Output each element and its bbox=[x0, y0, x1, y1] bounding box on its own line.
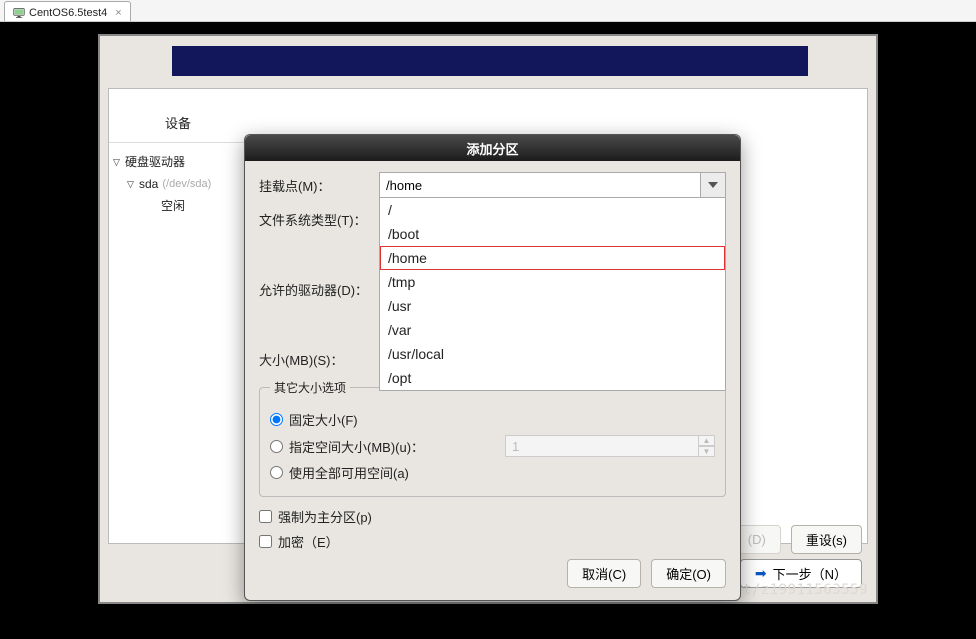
next-button[interactable]: ➡ 下一步（N） bbox=[740, 559, 862, 588]
fs-type-label: 文件系统类型(T)： bbox=[259, 210, 379, 229]
allowed-drives-label: 允许的驱动器(D)： bbox=[259, 280, 379, 299]
tree-sda-label: sda bbox=[139, 173, 158, 195]
tree-row-free[interactable]: 空闲 bbox=[113, 195, 243, 217]
device-column: 设备 ▽ 硬盘驱动器 ▽ sda (/dev/sda) 空闲 bbox=[109, 89, 247, 543]
radio-fill-size[interactable]: 使用全部可用空间(a) bbox=[270, 463, 715, 482]
mount-option[interactable]: /tmp bbox=[380, 270, 725, 294]
other-size-fieldset: 其它大小选项 固定大小(F) 指定空间大小(MB)(u)： ▲ ▼ bbox=[259, 379, 726, 497]
encrypt-input[interactable] bbox=[259, 535, 272, 548]
chevron-down-icon: ▽ bbox=[113, 151, 125, 173]
spin-down-icon: ▼ bbox=[699, 446, 715, 457]
size-label: 大小(MB)(S)： bbox=[259, 350, 379, 369]
mount-option[interactable]: / bbox=[380, 198, 725, 222]
radio-fill-input[interactable] bbox=[270, 466, 283, 479]
arrow-right-icon: ➡ bbox=[755, 565, 767, 582]
spin-up-icon: ▲ bbox=[699, 435, 715, 446]
device-column-header: 设备 bbox=[109, 89, 247, 143]
force-primary-input[interactable] bbox=[259, 510, 272, 523]
mount-point-combo[interactable] bbox=[379, 172, 726, 198]
ok-button[interactable]: 确定(O) bbox=[651, 559, 726, 588]
tree-row-hdd[interactable]: ▽ 硬盘驱动器 bbox=[113, 151, 243, 173]
tree-row-sda[interactable]: ▽ sda (/dev/sda) bbox=[113, 173, 243, 195]
vm-display-frame: 设备 ▽ 硬盘驱动器 ▽ sda (/dev/sda) 空闲 bbox=[0, 22, 976, 639]
encrypt-checkbox[interactable]: 加密（E） bbox=[259, 532, 726, 551]
radio-fixed-size[interactable]: 固定大小(F) bbox=[270, 410, 715, 429]
installer-banner bbox=[172, 46, 808, 76]
force-primary-checkbox[interactable]: 强制为主分区(p) bbox=[259, 507, 726, 526]
mount-point-dropdown: / /boot /home /tmp /usr /var /usr/local … bbox=[379, 198, 726, 391]
upto-spin: ▲ ▼ bbox=[505, 435, 715, 457]
chevron-down-icon[interactable] bbox=[700, 172, 726, 198]
mount-point-input[interactable] bbox=[379, 172, 700, 198]
other-size-legend: 其它大小选项 bbox=[270, 379, 350, 396]
radio-fill-label: 使用全部可用空间(a) bbox=[289, 463, 409, 482]
radio-fixed-input[interactable] bbox=[270, 413, 283, 426]
next-label: 下一步（N） bbox=[773, 564, 847, 583]
radio-upto-label: 指定空间大小(MB)(u)： bbox=[289, 437, 424, 456]
panel-action-row: (D) 重设(s) bbox=[733, 525, 862, 554]
upto-spin-input bbox=[505, 435, 699, 457]
mount-option[interactable]: /boot bbox=[380, 222, 725, 246]
force-primary-label: 强制为主分区(p) bbox=[278, 507, 372, 526]
vm-tab-label: CentOS6.5test4 bbox=[29, 7, 107, 19]
reset-button[interactable]: 重设(s) bbox=[791, 525, 862, 554]
tabstrip: CentOS6.5test4 × bbox=[0, 0, 976, 22]
close-icon[interactable]: × bbox=[115, 7, 121, 19]
encrypt-label: 加密（E） bbox=[278, 532, 339, 551]
radio-upto-input[interactable] bbox=[270, 440, 283, 453]
chevron-down-icon: ▽ bbox=[127, 173, 139, 195]
radio-upto-size[interactable]: 指定空间大小(MB)(u)： ▲ ▼ bbox=[270, 435, 715, 457]
cancel-button[interactable]: 取消(C) bbox=[567, 559, 641, 588]
mount-option[interactable]: /usr/local bbox=[380, 342, 725, 366]
radio-fixed-label: 固定大小(F) bbox=[289, 410, 358, 429]
mount-option[interactable]: /opt bbox=[380, 366, 725, 390]
device-tree: ▽ 硬盘驱动器 ▽ sda (/dev/sda) 空闲 bbox=[109, 143, 247, 225]
mount-option[interactable]: /usr bbox=[380, 294, 725, 318]
vm-tab[interactable]: CentOS6.5test4 × bbox=[4, 1, 131, 21]
tree-free-label: 空闲 bbox=[161, 195, 185, 217]
mount-point-label: 挂载点(M)： bbox=[259, 176, 379, 195]
mount-option[interactable]: /var bbox=[380, 318, 725, 342]
dialog-title: 添加分区 bbox=[245, 135, 740, 161]
add-partition-dialog: 添加分区 挂载点(M)： / /boot bbox=[244, 134, 741, 601]
tree-sda-path: (/dev/sda) bbox=[162, 173, 211, 195]
mount-option[interactable]: /home bbox=[380, 246, 725, 270]
monitor-icon bbox=[13, 7, 25, 19]
tree-hdd-label: 硬盘驱动器 bbox=[125, 151, 185, 173]
